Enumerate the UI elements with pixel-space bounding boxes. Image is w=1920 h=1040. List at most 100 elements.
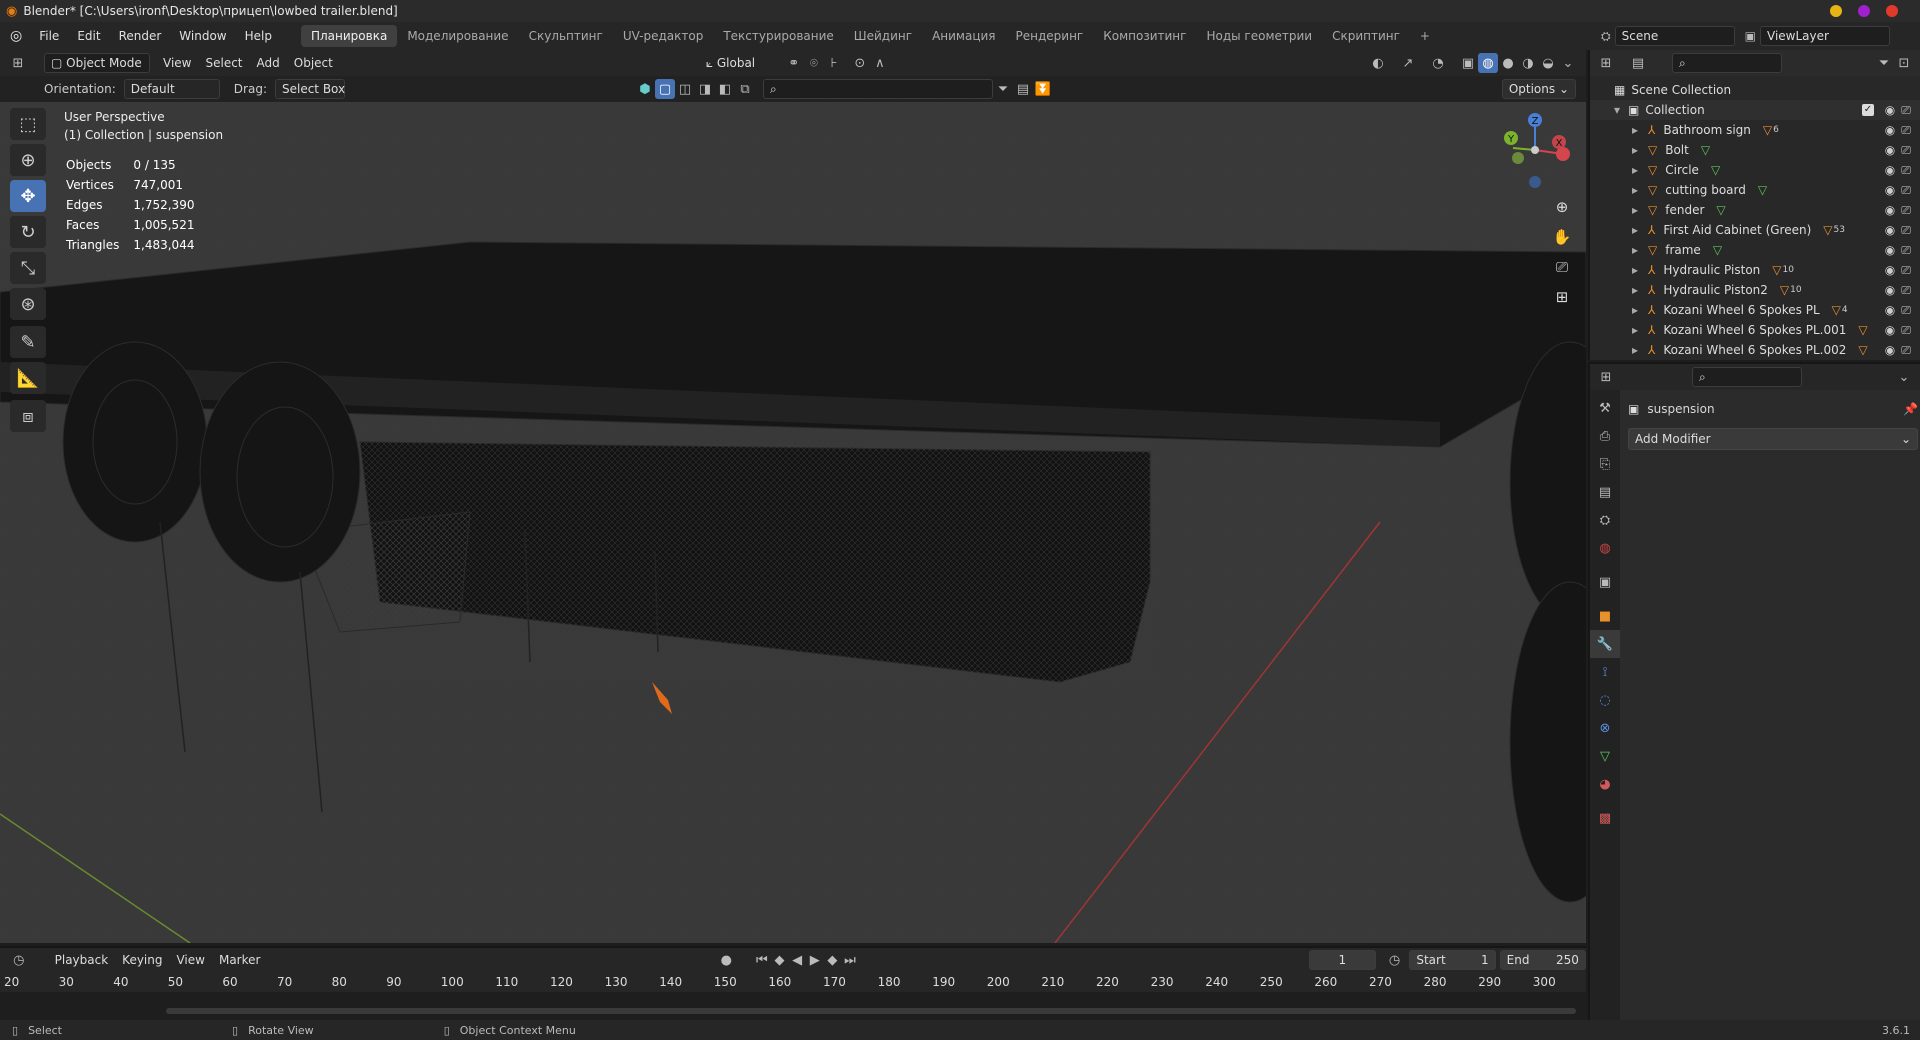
outliner-editor-icon[interactable]: ⊞ [1596,53,1616,73]
tab-texture-paint[interactable]: Текстурирование [713,25,843,47]
modifier-tab-icon[interactable]: 🔧 [1590,630,1620,658]
snap-icon[interactable]: ⌾ [804,53,824,73]
blender-menu-icon[interactable]: ◎ [10,28,22,44]
add-modifier-button[interactable]: Add Modifier ⌄ [1628,428,1918,450]
outliner-item[interactable]: ▸ ⅄ Hydraulic Piston2 ▽ 10 ◉ ⎚ [1590,280,1920,300]
menu-keying[interactable]: Keying [115,953,169,967]
viewport-search-input[interactable]: ⌕ [762,79,993,99]
menu-view[interactable]: View [156,56,198,70]
timeline-scrollbar[interactable] [166,1008,1576,1014]
drag-dropdown[interactable]: Select Box [274,79,345,99]
scale-tool-icon[interactable]: ⤡ [10,252,46,284]
expand-icon[interactable]: ▸ [1632,163,1648,177]
outliner-search-input[interactable]: ⌕ [1672,53,1782,73]
tab-modeling[interactable]: Моделирование [397,25,518,47]
prev-keyframe-icon[interactable]: ◆ [771,950,789,970]
filter-icon[interactable]: ⏷ [993,79,1013,99]
collection-expand-icon[interactable]: ▾ [1614,103,1628,117]
material-tab-icon[interactable]: ◕ [1590,770,1620,798]
select-extend-icon[interactable]: ◫ [675,79,695,99]
pan-hand-icon[interactable]: ✋ [1547,222,1577,252]
visibility-eye-icon[interactable]: ◉ [1882,123,1898,137]
outliner-item[interactable]: ▸ ▽ frame ▽ ◉ ⎚ [1590,240,1920,260]
visibility-eye-icon[interactable]: ◉ [1882,183,1898,197]
object-tab-icon[interactable]: ■ [1590,602,1620,630]
visibility-eye-icon[interactable]: ◉ [1882,103,1898,117]
maximize-button[interactable] [1858,5,1870,17]
camera-icon[interactable]: ⎚ [1547,252,1577,282]
view-layer-icon[interactable]: ▣ [1745,29,1756,43]
tab-rendering[interactable]: Рендеринг [1006,25,1094,47]
visibility-eye-icon[interactable]: ◉ [1882,283,1898,297]
ortho-grid-icon[interactable]: ⊞ [1547,282,1577,312]
output-tab-icon[interactable]: ⎘ [1590,450,1620,478]
next-keyframe-icon[interactable]: ◆ [824,950,842,970]
outliner-item[interactable]: ▸ ⅄ First Aid Cabinet (Green) ▽ 53 ◉ ⎚ [1590,220,1920,240]
tab-uv-editing[interactable]: UV-редактор [613,25,713,47]
proportional-edit-icon[interactable]: ⊙ [850,53,870,73]
visibility-eye-icon[interactable]: ◉ [1882,343,1898,357]
outliner-item[interactable]: ▸ ⅄ Hydraulic Piston ▽ 10 ◉ ⎚ [1590,260,1920,280]
render-camera-icon[interactable]: ⎚ [1898,283,1914,298]
tab-compositing[interactable]: Композитинг [1093,25,1196,47]
close-button[interactable] [1886,5,1898,17]
properties-editor-icon[interactable]: ⊞ [1596,367,1616,387]
visibility-eye-icon[interactable]: ◉ [1882,223,1898,237]
new-collection-icon[interactable]: ⊡ [1894,53,1914,73]
display-mode-icon[interactable]: ▤ [1628,53,1648,73]
visibility-eye-icon[interactable]: ◉ [1882,203,1898,217]
outliner-item[interactable]: ▸ ⅄ Bathroom sign ▽ 6 ◉ ⎚ [1590,120,1920,140]
record-icon[interactable]: ● [717,950,735,970]
menu-select[interactable]: Select [198,56,249,70]
select-mode-icon[interactable]: ▢ [654,79,675,99]
options-dropdown[interactable]: Options ⌄ [1501,79,1576,99]
tab-shading[interactable]: Шейдинг [844,25,922,47]
falloff-icon[interactable]: ∧ [870,53,890,73]
overlay-icon[interactable]: ◔ [1428,53,1448,73]
visibility-eye-icon[interactable]: ◉ [1882,263,1898,277]
outliner-item[interactable]: ▸ ⅄ Kozani Wheel 6 Spokes PL ▽ 4 ◉ ⎚ [1590,300,1920,320]
snap-target-icon[interactable]: ⊦ [824,53,844,73]
scene-tab-icon[interactable]: ⛭ [1590,506,1620,534]
render-camera-icon[interactable]: ⎚ [1898,203,1914,218]
view-layer-selector[interactable]: ViewLayer [1760,26,1890,46]
view-layer-tab-icon[interactable]: ▤ [1590,478,1620,506]
physics-tab-icon[interactable]: ◌ [1590,686,1620,714]
expand-icon[interactable]: ▸ [1632,143,1648,157]
visibility-eye-icon[interactable]: ◉ [1882,303,1898,317]
tab-animation[interactable]: Анимация [922,25,1005,47]
xray-icon[interactable]: ▣ [1458,53,1478,73]
pivot-icon[interactable]: ⚭ [784,53,804,73]
play-reverse-icon[interactable]: ◀ [788,950,806,970]
expand-icon[interactable]: ▸ [1632,343,1648,357]
add-workspace-icon[interactable]: + [1410,25,1440,47]
cursor-tool-icon[interactable]: ⊕ [10,144,46,176]
select-subtract-icon[interactable]: ◨ [695,79,715,99]
select-intersect-icon[interactable]: ⧉ [735,79,755,99]
view-filter-icon[interactable]: ▤ [1013,79,1033,99]
expand-icon[interactable]: ▸ [1632,123,1648,137]
render-camera-icon[interactable]: ⎚ [1898,123,1914,138]
play-icon[interactable]: ▶ [806,950,824,970]
scene-selector[interactable]: Scene [1614,26,1735,46]
render-tab-icon[interactable]: ⎙ [1590,422,1620,450]
properties-options-icon[interactable]: ⌄ [1894,367,1914,387]
render-camera-icon[interactable]: ⎚ [1898,263,1914,278]
menu-add[interactable]: Add [250,56,287,70]
shading-options-icon[interactable]: ⌄ [1558,53,1578,73]
outliner-item[interactable]: ▸ ▽ Bolt ▽ ◉ ⎚ [1590,140,1920,160]
transform-orientation[interactable]: ⟀ Global [700,53,776,73]
select-invert-icon[interactable]: ◧ [715,79,735,99]
orientation-dropdown[interactable]: Default [123,79,220,99]
material-shading-icon[interactable]: ◑ [1518,53,1538,73]
pin-icon[interactable]: 📌 [1903,402,1918,416]
start-frame-field[interactable]: Start 1 [1409,950,1496,970]
properties-search-input[interactable]: ⌕ [1692,367,1802,387]
end-frame-field[interactable]: End 250 [1499,950,1586,970]
render-camera-icon[interactable]: ⎚ [1898,243,1914,258]
expand-icon[interactable]: ▸ [1632,283,1648,297]
visibility-eye-icon[interactable]: ◉ [1882,323,1898,337]
transform-tool-icon[interactable]: ⊛ [10,288,46,320]
render-camera-icon[interactable]: ⎚ [1898,163,1914,178]
tab-geometry-nodes[interactable]: Ноды геометрии [1196,25,1322,47]
